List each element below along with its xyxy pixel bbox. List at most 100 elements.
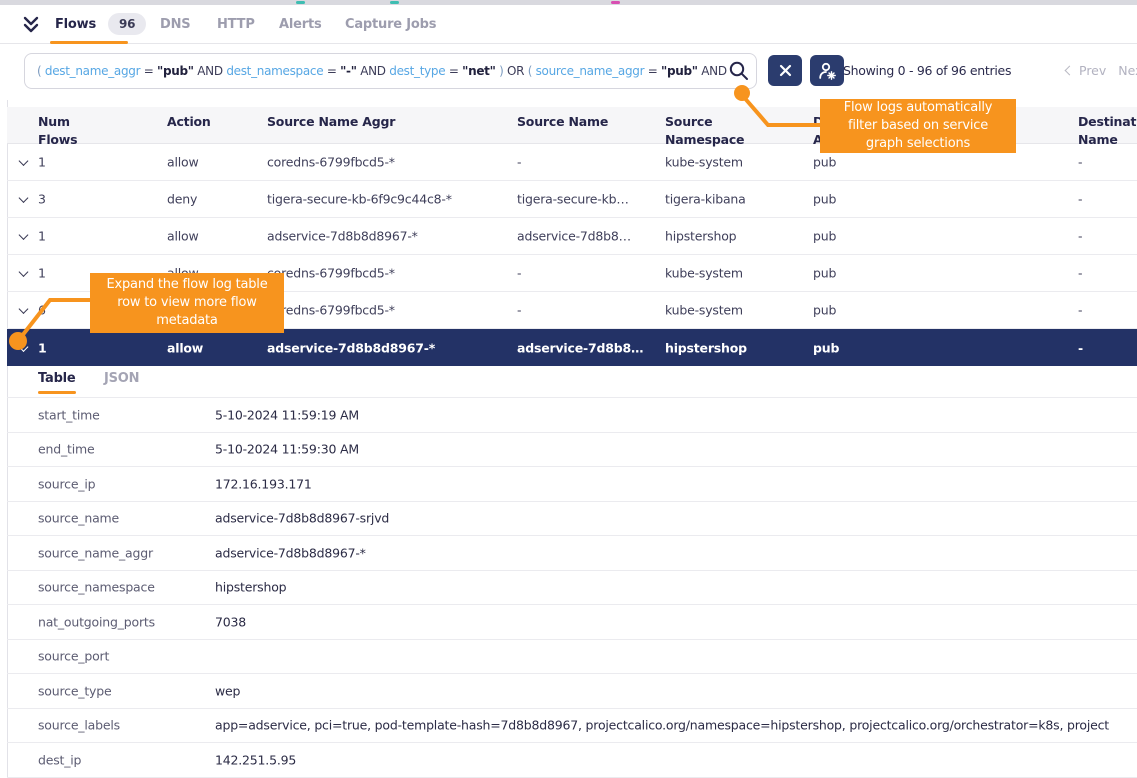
detail-active-tab-underline bbox=[38, 391, 76, 394]
row-expand-chevron-icon[interactable] bbox=[20, 303, 27, 318]
cell-num-flows: 1 bbox=[38, 229, 46, 244]
detail-value: hipstershop bbox=[215, 580, 286, 595]
detail-value: 142.251.5.95 bbox=[215, 752, 296, 767]
detail-value: 7038 bbox=[215, 614, 246, 629]
query-token: AND bbox=[197, 64, 223, 78]
tab-dns-label: DNS bbox=[160, 17, 190, 32]
callout-expand-tip: Expand the flow log table row to view mo… bbox=[90, 273, 284, 333]
flow-row-selected[interactable]: 1allowadservice-7d8b8d8967-*adservice-7d… bbox=[7, 329, 1137, 366]
detail-row: dest_ip 142.251.5.95 bbox=[7, 743, 1137, 778]
cell-destination-name: - bbox=[1078, 192, 1082, 207]
col-num-flows[interactable]: Num Flows bbox=[38, 113, 93, 148]
detail-key: source_type bbox=[38, 683, 111, 698]
tab-capture-jobs[interactable]: Capture Jobs bbox=[345, 5, 436, 43]
active-tab-underline bbox=[50, 41, 128, 44]
tab-capture-jobs-label: Capture Jobs bbox=[345, 17, 436, 32]
search-icon[interactable] bbox=[728, 60, 750, 86]
prev-chevron-icon[interactable] bbox=[1065, 66, 1075, 76]
cell-source-name: adservice-7d8b8… bbox=[517, 229, 631, 244]
close-icon bbox=[779, 64, 792, 77]
callout-filter-tip: Flow logs automatically filter based on … bbox=[820, 99, 1016, 153]
cell-dest-name-aggr: pub bbox=[813, 340, 839, 355]
query-token: = bbox=[648, 64, 658, 78]
logs-tab-bar: Flows 96 DNS HTTP Alerts Capture Jobs bbox=[0, 5, 1137, 44]
flow-row[interactable]: 3denytigera-secure-kb-6f9c9c44c8-*tigera… bbox=[7, 181, 1137, 218]
query-token: ) bbox=[499, 64, 503, 78]
detail-row: source_namespacehipstershop bbox=[7, 571, 1137, 606]
query-token: ( bbox=[37, 64, 41, 78]
user-settings-button[interactable] bbox=[810, 55, 844, 86]
filter-query-text: ( dest_name_aggr = "pub" AND dest_namesp… bbox=[37, 64, 727, 78]
clear-filter-button[interactable] bbox=[768, 55, 802, 86]
row-expand-chevron-icon[interactable] bbox=[20, 229, 27, 244]
cell-dest-name-aggr: pub bbox=[813, 229, 836, 244]
detail-value: 5-10-2024 11:59:30 AM bbox=[215, 442, 359, 457]
cell-source-name: - bbox=[517, 266, 521, 281]
cell-destination-name: - bbox=[1078, 229, 1082, 244]
cell-source-name-aggr: tigera-secure-kb-6f9c9c44c8-* bbox=[267, 192, 452, 207]
row-expand-chevron-icon[interactable] bbox=[20, 192, 27, 207]
query-token: dest_name_aggr bbox=[45, 64, 140, 78]
col-source-name-aggr[interactable]: Source Name Aggr bbox=[267, 113, 395, 131]
detail-row: end_time 5-10-2024 11:59:30 AM bbox=[7, 433, 1137, 468]
cell-source-namespace: hipstershop bbox=[665, 340, 747, 355]
tab-dns[interactable]: DNS bbox=[160, 5, 190, 43]
query-token: "pub" bbox=[157, 64, 194, 78]
detail-row: source_name_aggradservice-7d8b8d8967-* bbox=[7, 536, 1137, 571]
next-button[interactable]: Next bbox=[1118, 63, 1137, 78]
cell-action: allow bbox=[167, 229, 198, 244]
pagination: Prev Next bbox=[1066, 63, 1137, 78]
detail-value: app=adservice, pci=true, pod-template-ha… bbox=[215, 718, 1109, 733]
tab-http[interactable]: HTTP bbox=[217, 5, 255, 43]
detail-tab-table[interactable]: Table bbox=[38, 371, 76, 386]
cell-destination-name: - bbox=[1078, 340, 1083, 355]
tab-alerts-label: Alerts bbox=[279, 17, 322, 32]
cell-source-namespace: tigera-kibana bbox=[665, 192, 746, 207]
cell-dest-name-aggr: pub bbox=[813, 155, 836, 170]
row-expand-chevron-icon[interactable] bbox=[20, 155, 27, 170]
cell-dest-name-aggr: pub bbox=[813, 266, 836, 281]
cell-destination-name: - bbox=[1078, 155, 1082, 170]
query-token: dest_namespace bbox=[226, 64, 323, 78]
flow-row[interactable]: 1allowadservice-7d8b8d8967-*adservice-7d… bbox=[7, 218, 1137, 255]
cell-dest-name-aggr: pub bbox=[813, 303, 836, 318]
cell-source-name-aggr: coredns-6799fbcd5-* bbox=[267, 303, 395, 318]
detail-key: end_time bbox=[38, 442, 94, 457]
detail-row: source_labelsapp=adservice, pci=true, po… bbox=[7, 709, 1137, 744]
showing-entries-text: Showing 0 - 96 of 96 entries bbox=[843, 63, 1011, 78]
cell-source-name: - bbox=[517, 155, 521, 170]
query-token: "-" bbox=[340, 64, 357, 78]
query-token: AND bbox=[360, 64, 386, 78]
collapse-panel-button[interactable] bbox=[20, 14, 42, 36]
cell-source-name: tigera-secure-kb… bbox=[517, 192, 629, 207]
tab-http-label: HTTP bbox=[217, 17, 255, 32]
query-token: AND bbox=[701, 64, 727, 78]
tab-flows[interactable]: Flows 96 bbox=[55, 5, 146, 43]
col-source-name[interactable]: Source Name bbox=[517, 113, 608, 131]
flows-count-badge: 96 bbox=[108, 13, 146, 35]
cell-source-name-aggr: coredns-6799fbcd5-* bbox=[267, 155, 395, 170]
filter-query-input[interactable]: ( dest_name_aggr = "pub" AND dest_namesp… bbox=[24, 53, 757, 89]
detail-key: source_name_aggr bbox=[38, 545, 153, 560]
query-token: = bbox=[449, 64, 459, 78]
col-source-namespace[interactable]: Source Namespace bbox=[665, 113, 749, 148]
cell-destination-name: - bbox=[1078, 266, 1082, 281]
detail-tab-json[interactable]: JSON bbox=[104, 371, 139, 386]
detail-row: nat_outgoing_ports7038 bbox=[7, 605, 1137, 640]
cell-source-name: adservice-7d8b8… bbox=[517, 340, 643, 355]
col-action[interactable]: Action bbox=[167, 113, 211, 131]
detail-value: 5-10-2024 11:59:19 AM bbox=[215, 407, 359, 422]
cell-num-flows: 1 bbox=[38, 340, 47, 355]
row-expand-chevron-icon[interactable] bbox=[20, 340, 27, 355]
prev-button[interactable]: Prev bbox=[1079, 63, 1106, 78]
detail-key: source_port bbox=[38, 649, 109, 664]
detail-key: dest_ip bbox=[38, 752, 81, 767]
tab-alerts[interactable]: Alerts bbox=[279, 5, 322, 43]
query-token: source_name_aggr bbox=[536, 64, 645, 78]
row-expand-chevron-icon[interactable] bbox=[20, 266, 27, 281]
col-destination-name[interactable]: Destination Name bbox=[1078, 113, 1137, 148]
cell-source-namespace: kube-system bbox=[665, 266, 743, 281]
graph-edge-fragment bbox=[390, 1, 399, 4]
detail-value: 172.16.193.171 bbox=[215, 476, 312, 491]
query-token: = bbox=[144, 64, 154, 78]
